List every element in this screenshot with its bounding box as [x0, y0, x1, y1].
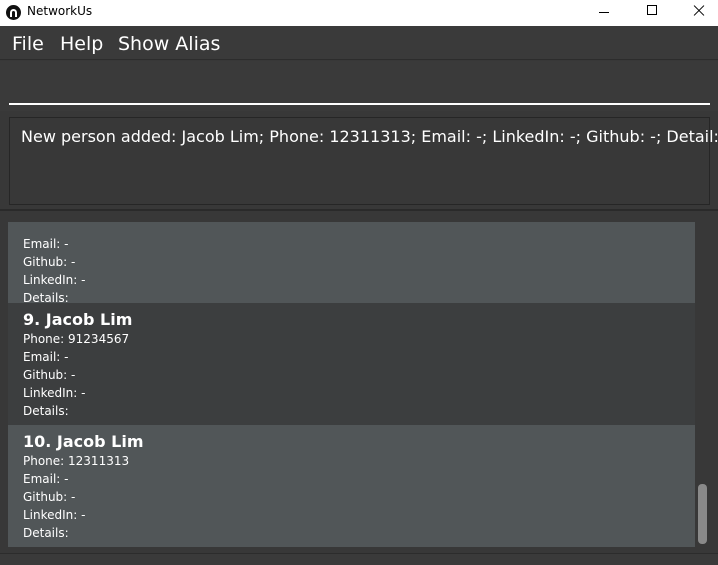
person-name: 10. Jacob Lim — [23, 432, 144, 451]
scrollbar-thumb[interactable] — [698, 484, 707, 544]
person-email: Email: - — [23, 237, 69, 251]
person-list[interactable]: Email: - Github: - LinkedIn: - Details: … — [8, 213, 695, 547]
maximize-icon[interactable] — [628, 0, 674, 26]
window-title: NetworkUs — [27, 4, 93, 18]
person-details: Details: — [23, 404, 69, 418]
result-message: New person added: Jacob Lim; Phone: 1231… — [21, 127, 718, 146]
command-box — [0, 61, 718, 111]
person-name: 9. Jacob Lim — [23, 310, 133, 329]
person-github: Github: - — [23, 368, 76, 382]
result-box: New person added: Jacob Lim; Phone: 1231… — [9, 117, 718, 205]
person-github: Github: - — [23, 255, 76, 269]
person-github: Github: - — [23, 490, 76, 504]
person-card[interactable]: 10. Jacob Lim Phone: 12311313 Email: - G… — [8, 425, 695, 547]
result-display: New person added: Jacob Lim; Phone: 1231… — [0, 111, 718, 211]
person-email: Email: - — [23, 472, 69, 486]
menu-show-alias[interactable]: Show Alias — [118, 33, 220, 55]
close-icon[interactable] — [674, 0, 718, 26]
scrollbar-track[interactable] — [695, 213, 710, 547]
minimize-icon[interactable] — [580, 0, 626, 26]
person-card[interactable]: 9. Jacob Lim Phone: 91234567 Email: - Gi… — [8, 303, 695, 425]
status-strip — [0, 553, 718, 565]
person-linkedin: LinkedIn: - — [23, 386, 86, 400]
menu-help[interactable]: Help — [60, 33, 103, 55]
person-email: Email: - — [23, 350, 69, 364]
command-input[interactable] — [9, 61, 710, 105]
person-linkedin: LinkedIn: - — [23, 273, 86, 287]
person-card[interactable]: Email: - Github: - LinkedIn: - Details: — [8, 222, 695, 305]
person-phone: Phone: 91234567 — [23, 332, 130, 346]
title-bar: NetworkUs — [0, 0, 718, 26]
menu-bar: File Help Show Alias — [0, 26, 718, 60]
app-logo-icon — [6, 5, 21, 20]
person-linkedin: LinkedIn: - — [23, 508, 86, 522]
person-phone: Phone: 12311313 — [23, 454, 130, 468]
person-details: Details: — [23, 526, 69, 540]
person-list-panel: Email: - Github: - LinkedIn: - Details: … — [0, 213, 718, 553]
menu-file[interactable]: File — [12, 33, 44, 55]
